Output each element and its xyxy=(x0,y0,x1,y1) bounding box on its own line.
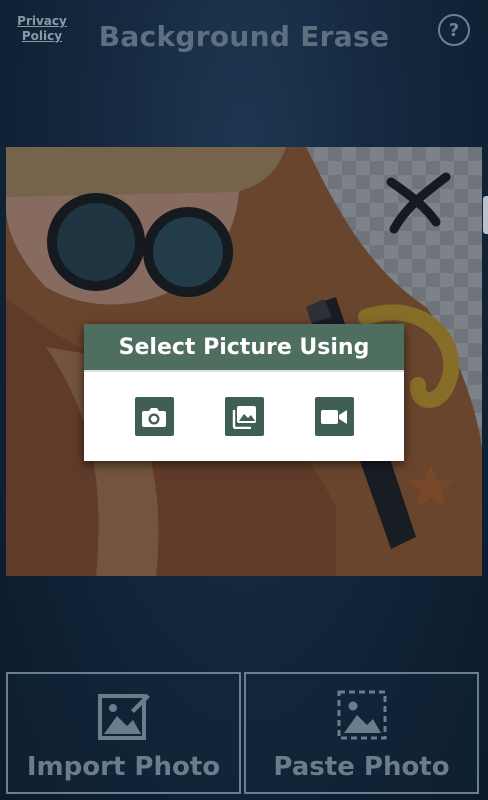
import-image-icon xyxy=(97,688,151,742)
paste-photo-label: Paste Photo xyxy=(273,752,450,782)
help-icon[interactable]: ? xyxy=(438,14,470,46)
dialog-title: Select Picture Using xyxy=(84,324,404,372)
video-button[interactable] xyxy=(314,397,354,436)
gallery-button[interactable] xyxy=(224,397,264,436)
camera-icon xyxy=(142,407,166,427)
picture-source-options xyxy=(84,372,404,461)
app-title: Background Erase xyxy=(98,20,390,53)
import-photo-label: Import Photo xyxy=(26,752,221,782)
select-picture-dialog: Select Picture Using xyxy=(84,324,404,461)
paste-image-icon xyxy=(335,688,389,742)
video-icon xyxy=(321,409,347,424)
gallery-icon xyxy=(232,405,256,429)
camera-button[interactable] xyxy=(134,397,174,436)
edge-panel-handle[interactable] xyxy=(483,196,488,234)
paste-photo-button[interactable]: Paste Photo xyxy=(244,672,479,794)
import-photo-button[interactable]: Import Photo xyxy=(6,672,241,794)
